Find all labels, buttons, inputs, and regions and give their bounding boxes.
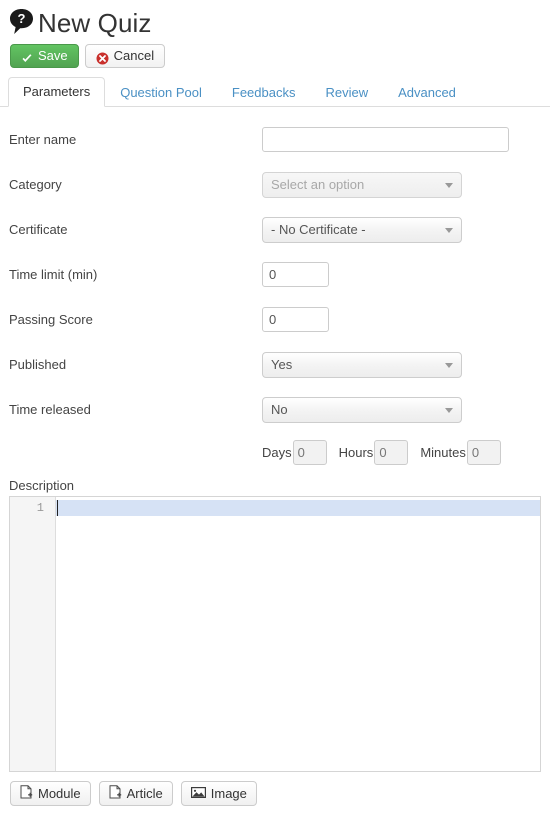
- label-category: Category: [9, 177, 62, 192]
- field-row-name: Enter name: [0, 117, 550, 162]
- insert-module-button[interactable]: Module: [10, 781, 91, 806]
- check-icon: [21, 50, 33, 62]
- quiz-question-bubble-icon: ?: [8, 8, 36, 38]
- published-select-value: Yes: [271, 356, 293, 372]
- tab-feedbacks-label: Feedbacks: [231, 85, 296, 100]
- quiz-parameters-form: Enter name Category Select an option Cer…: [0, 107, 550, 472]
- label-hours: Hours: [338, 444, 374, 460]
- cancel-button-label: Cancel: [113, 48, 155, 63]
- tab-review[interactable]: Review: [310, 78, 383, 107]
- file-plus-icon: [20, 785, 33, 802]
- tab-bar: Parameters Question Pool Feedbacks Revie…: [0, 77, 550, 107]
- label-certificate: Certificate: [9, 222, 68, 237]
- insert-article-label: Article: [126, 786, 163, 801]
- toolbar: Save Cancel: [0, 40, 550, 70]
- save-button-label: Save: [38, 48, 68, 63]
- page-title: New Quiz: [38, 8, 152, 38]
- tab-parameters-label: Parameters: [23, 84, 91, 99]
- time-released-select[interactable]: No: [262, 396, 462, 423]
- picture-icon: [190, 786, 206, 802]
- label-enter-name: Enter name: [9, 132, 77, 147]
- tab-parameters[interactable]: Parameters: [8, 77, 106, 107]
- tab-advanced[interactable]: Advanced: [383, 78, 471, 107]
- category-select[interactable]: Select an option: [262, 171, 462, 198]
- category-select-value: Select an option: [271, 176, 365, 192]
- label-published: Published: [9, 357, 67, 372]
- certificate-select-value: - No Certificate -: [271, 221, 366, 237]
- text-caret: [57, 500, 58, 516]
- editor-text-area[interactable]: [56, 497, 540, 771]
- file-plus-icon: [109, 785, 122, 802]
- cancel-button[interactable]: Cancel: [84, 44, 166, 68]
- certificate-select[interactable]: - No Certificate -: [262, 216, 462, 243]
- chevron-down-icon: [445, 182, 453, 188]
- field-row-time-released: Time released No: [0, 387, 550, 432]
- passing-score-input[interactable]: [262, 307, 329, 332]
- circle-x-icon: [96, 50, 109, 64]
- chevron-down-icon: [445, 362, 453, 368]
- svg-text:?: ?: [18, 11, 26, 26]
- published-select[interactable]: Yes: [262, 351, 462, 378]
- editor-active-line: [56, 500, 540, 516]
- field-row-time-limit: Time limit (min): [0, 252, 550, 297]
- save-button[interactable]: Save: [10, 44, 79, 68]
- minutes-input[interactable]: [466, 439, 501, 465]
- label-days: Days: [262, 444, 292, 460]
- insert-image-button[interactable]: Image: [180, 781, 257, 806]
- label-description: Description: [9, 478, 75, 493]
- tab-feedbacks[interactable]: Feedbacks: [217, 78, 311, 107]
- page-header: ? New Quiz: [0, 0, 550, 40]
- label-time-released: Time released: [9, 402, 91, 417]
- insert-image-label: Image: [210, 786, 247, 801]
- field-row-category: Category Select an option: [0, 162, 550, 207]
- field-row-passing-score: Passing Score: [0, 297, 550, 342]
- time-limit-input[interactable]: [262, 262, 329, 287]
- hours-input[interactable]: [374, 439, 409, 465]
- tab-question-pool[interactable]: Question Pool: [105, 78, 217, 107]
- label-time-limit: Time limit (min): [9, 267, 98, 282]
- description-editor[interactable]: 1: [9, 496, 541, 772]
- time-released-duration-row: Days Hours Minutes: [0, 432, 550, 472]
- editor-gutter: 1: [10, 497, 56, 771]
- tab-review-label: Review: [325, 85, 369, 100]
- insert-toolbar: Module Article Image: [0, 772, 550, 806]
- insert-article-button[interactable]: Article: [98, 781, 173, 806]
- label-minutes: Minutes: [420, 444, 466, 460]
- field-row-published: Published Yes: [0, 342, 550, 387]
- insert-module-label: Module: [38, 786, 81, 801]
- tab-question-pool-label: Question Pool: [120, 85, 202, 100]
- tab-advanced-label: Advanced: [398, 85, 456, 100]
- field-row-certificate: Certificate - No Certificate -: [0, 207, 550, 252]
- editor-line-number: 1: [36, 501, 44, 515]
- time-released-select-value: No: [271, 401, 288, 417]
- days-input[interactable]: [292, 439, 327, 465]
- chevron-down-icon: [445, 227, 453, 233]
- label-passing-score: Passing Score: [9, 312, 93, 327]
- chevron-down-icon: [445, 407, 453, 413]
- name-input[interactable]: [262, 127, 509, 152]
